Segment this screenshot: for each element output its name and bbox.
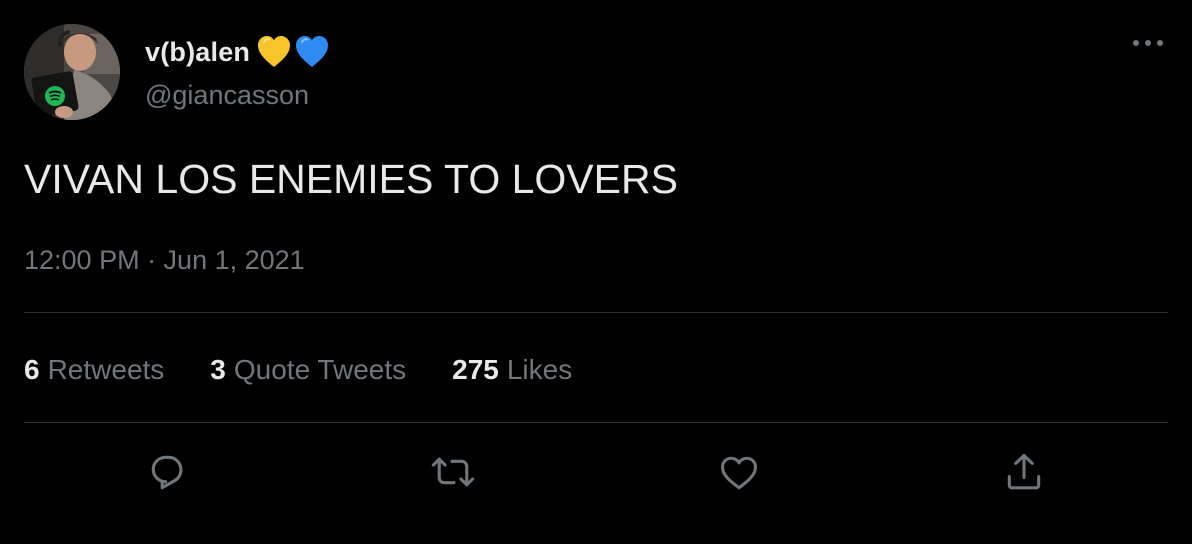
share-icon [1007, 453, 1041, 490]
more-options-button[interactable] [1128, 30, 1168, 56]
likes-count: 275 [452, 354, 499, 385]
avatar-image [24, 24, 120, 120]
tweet-detail: v(b)alen @giancasson VIVAN LOS ENEMIES T… [0, 0, 1192, 544]
divider [24, 422, 1168, 423]
quote-tweets-label: Quote Tweets [233, 354, 407, 385]
tweet-timestamp[interactable]: 12:00 PM · Jun 1, 2021 [24, 245, 305, 276]
like-button[interactable] [715, 448, 763, 496]
more-icon [1133, 40, 1163, 46]
likes-label: Likes [506, 354, 573, 385]
quote-tweets-count: 3 [210, 354, 226, 385]
divider [24, 312, 1168, 313]
blue-heart-icon [294, 34, 330, 70]
share-button[interactable] [1000, 448, 1048, 496]
tweet-text: VIVAN LOS ENEMIES TO LOVERS [24, 156, 678, 202]
display-name[interactable]: v(b)alen [145, 37, 250, 68]
retweet-icon [431, 457, 475, 487]
quote-tweets-stat[interactable]: 3 Quote Tweets [210, 354, 406, 386]
retweets-label: Retweets [47, 354, 165, 385]
user-handle[interactable]: @giancasson [145, 80, 309, 111]
avatar[interactable] [24, 24, 120, 120]
engagement-stats: 6 Retweets 3 Quote Tweets 275 Likes [24, 354, 618, 386]
likes-stat[interactable]: 275 Likes [452, 354, 572, 386]
retweet-button[interactable] [429, 448, 477, 496]
yellow-heart-icon [256, 34, 292, 70]
author-name-row[interactable]: v(b)alen [145, 33, 330, 71]
retweets-count: 6 [24, 354, 40, 385]
reply-icon [151, 455, 183, 490]
reply-button[interactable] [143, 448, 191, 496]
heart-icon [720, 456, 758, 490]
retweets-stat[interactable]: 6 Retweets [24, 354, 164, 386]
